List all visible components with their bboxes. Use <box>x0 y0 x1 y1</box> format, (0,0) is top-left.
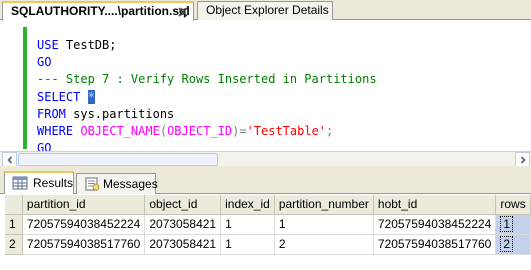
table-cell[interactable]: 72057594038452224 <box>373 214 497 235</box>
scroll-right-button[interactable] <box>515 152 530 167</box>
table-row[interactable]: 2 72057594038517760 2073058421 1 2 72057… <box>5 234 531 255</box>
column-header[interactable]: partition_id <box>22 195 146 215</box>
results-grid[interactable]: partition_id object_id index_id partitio… <box>5 195 531 270</box>
table-cell[interactable]: 72057594038452224 <box>22 214 146 235</box>
selected-text: * <box>87 89 95 104</box>
table-cell[interactable]: 2 <box>274 234 374 255</box>
cell-value: 1 <box>500 216 514 232</box>
results-table: partition_id object_id index_id partitio… <box>5 195 531 255</box>
change-tracking-bar <box>23 27 27 149</box>
code-keyword: SELECT <box>37 89 81 104</box>
results-tab-strip: Results Messages <box>0 171 531 194</box>
column-header[interactable]: partition_number <box>274 195 374 215</box>
code-keyword: GO <box>37 141 52 151</box>
tab-partition-sql-label: SQLAUTHORITY....\partition.sql <box>11 4 190 18</box>
row-number[interactable]: 1 <box>5 214 23 235</box>
query-editor[interactable]: USE TestDB; GO --- Step 7 : Verify Rows … <box>0 21 531 151</box>
editor-horizontal-scrollbar[interactable] <box>0 151 531 167</box>
code-operator: ; <box>326 124 334 139</box>
code-keyword: GO <box>37 55 52 70</box>
messages-icon <box>84 177 100 191</box>
row-number[interactable]: 2 <box>5 234 23 255</box>
code-keyword: WHERE <box>37 124 74 139</box>
close-icon[interactable] <box>176 5 190 19</box>
column-header[interactable]: index_id <box>220 195 275 215</box>
tab-object-explorer-details[interactable]: Object Explorer Details <box>197 1 333 20</box>
tab-messages[interactable]: Messages <box>76 173 158 194</box>
code-string: 'TestTable' <box>246 124 327 139</box>
column-header[interactable]: rows <box>495 195 531 215</box>
header-row: partition_id object_id index_id partitio… <box>5 195 531 215</box>
code-operator: ( <box>159 124 168 139</box>
grid-icon <box>12 176 28 190</box>
table-cell[interactable]: 2073058421 <box>144 234 222 255</box>
code-keyword: USE <box>37 38 59 52</box>
document-tab-strip: SQLAUTHORITY....\partition.sql Object Ex… <box>0 0 531 21</box>
cell-value: 2 <box>500 236 514 252</box>
scroll-left-button[interactable] <box>2 152 17 167</box>
table-cell[interactable]: 72057594038517760 <box>22 234 146 255</box>
column-header[interactable]: object_id <box>144 195 222 215</box>
table-cell[interactable]: 1 <box>220 214 275 235</box>
tab-partition-sql[interactable]: SQLAUTHORITY....\partition.sql <box>2 1 194 21</box>
code-function: OBJECT_NAME <box>80 124 160 139</box>
scrollbar-thumb[interactable] <box>18 153 218 166</box>
table-cell-selected[interactable]: 2 <box>495 234 531 255</box>
chevron-right-icon <box>520 155 526 164</box>
table-cell[interactable]: 2073058421 <box>144 214 222 235</box>
tab-messages-label: Messages <box>103 177 158 191</box>
column-header[interactable]: hobt_id <box>373 195 497 215</box>
code-text: sys.partitions <box>65 106 175 121</box>
table-cell[interactable]: 72057594038517760 <box>373 234 497 255</box>
code-operator: )= <box>232 124 247 139</box>
code-comment: --- Step 7 : Verify Rows Inserted in Par… <box>37 72 377 87</box>
code-function: OBJECT_ID <box>167 124 233 139</box>
table-cell[interactable]: 1 <box>274 214 374 235</box>
chevron-left-icon <box>6 155 12 164</box>
query-text[interactable]: USE TestDB; GO --- Step 7 : Verify Rows … <box>37 37 377 151</box>
table-cell[interactable]: 1 <box>220 234 275 255</box>
table-row[interactable]: 1 72057594038452224 2073058421 1 1 72057… <box>5 214 531 235</box>
tab-results[interactable]: Results <box>4 171 74 194</box>
code-text: TestDB; <box>58 38 117 52</box>
tab-results-label: Results <box>33 176 74 190</box>
table-cell-selected[interactable]: 1 <box>495 214 531 235</box>
row-header-corner <box>5 195 23 215</box>
code-keyword: FROM <box>37 106 66 121</box>
